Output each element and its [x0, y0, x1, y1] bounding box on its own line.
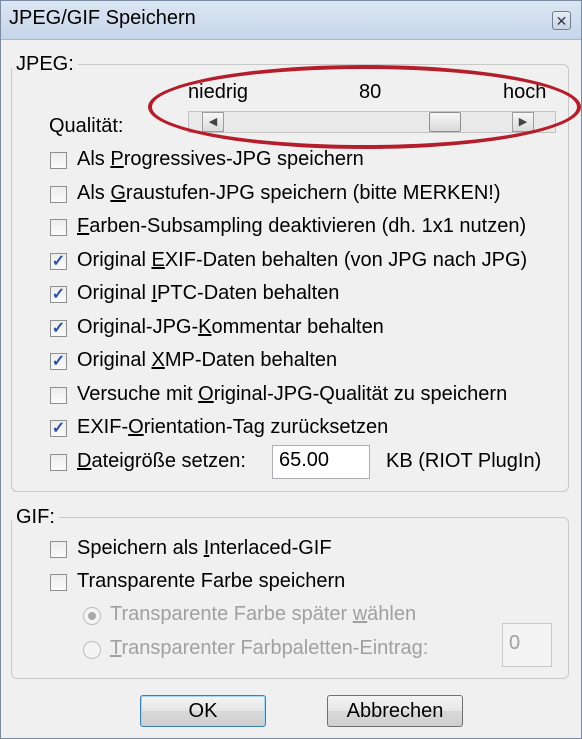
jpeg-option-7-checkbox[interactable] [50, 386, 67, 404]
label-text: Speichern als [77, 537, 204, 559]
jpeg-option-2-checkbox[interactable] [50, 219, 67, 236]
radio-palette-entry[interactable] [83, 641, 101, 659]
label-text: rientation-Tag zurücksetzen [143, 416, 389, 438]
access-key: O [128, 416, 144, 438]
label-text: Transparente Farbe später [110, 603, 353, 625]
jpeg-option-4-label[interactable]: Original IPTC-Daten behalten [77, 282, 339, 305]
checkmark-icon: ✓ [51, 252, 66, 270]
label-text: Original [77, 282, 152, 304]
gif-option-1-checkbox[interactable] [50, 574, 67, 591]
palette-entry-input[interactable]: 0 [502, 623, 552, 667]
label-text: raustufen-JPG speichern (bitte MERKEN!) [125, 181, 501, 204]
label-text: arben-Subsampling deaktivieren (dh. 1x1 … [89, 215, 527, 237]
filesize-checkbox[interactable] [50, 454, 67, 471]
label-text: ommentar behalten [211, 315, 384, 338]
gif-option-1-label[interactable]: Transparente Farbe speichern [77, 570, 345, 593]
label-text: Als [77, 148, 111, 170]
access-key: E [151, 248, 165, 271]
access-key: G [110, 181, 126, 204]
jpeg-option-7-label[interactable]: Versuche mit Original-JPG-Qualität zu sp… [77, 383, 507, 406]
access-key: T [110, 637, 122, 659]
label-text: XIF-Daten behalten (von JPG nach JPG) [164, 248, 528, 271]
access-key: X [151, 349, 165, 371]
palette-entry-value: 0 [509, 632, 521, 654]
label-text: ransparenter Farbpaletten-Eintrag: [121, 637, 429, 659]
jpeg-option-0-label[interactable]: Als Progressives-JPG speichern [77, 148, 364, 171]
radio-choose-later-label[interactable]: Transparente Farbe später wählen [110, 603, 416, 626]
label-text: Original [77, 248, 152, 271]
label-text: Als [77, 181, 111, 204]
checkmark-icon: ✓ [51, 319, 66, 337]
label-text: ählen [367, 603, 417, 625]
checkmark-icon: ✓ [51, 353, 66, 370]
access-key: K [198, 315, 212, 338]
close-button[interactable]: ✕ [552, 11, 571, 30]
jpeg-option-6-checkbox[interactable]: ✓ [50, 353, 67, 370]
filesize-unit: KB (RIOT PlugIn) [386, 450, 542, 472]
jpeg-option-0-checkbox[interactable] [50, 152, 67, 169]
checkmark-icon: ✓ [51, 420, 66, 437]
dialog-window: JPEG/GIF Speichern ✕ JPEG: niedrig 80 ho… [0, 0, 582, 739]
label-text: PTC-Daten behalten [157, 282, 340, 304]
gif-group-legend: GIF: [16, 506, 55, 528]
jpeg-group-legend: JPEG: [16, 53, 74, 75]
filesize-value: 65.00 [279, 449, 330, 471]
title-bar[interactable]: JPEG/GIF Speichern ✕ [1, 1, 581, 40]
access-key: w [352, 603, 368, 625]
cancel-button[interactable]: Abbrechen [327, 695, 463, 727]
label-text: EXIF- [77, 416, 129, 438]
gif-option-0-checkbox[interactable] [50, 541, 67, 558]
checkmark-icon: ✓ [51, 286, 66, 303]
cancel-button-label: Abbrechen [346, 700, 444, 722]
label-text: Original-JPG- [77, 315, 199, 338]
access-key: O [198, 382, 214, 405]
access-key: D [77, 450, 92, 472]
jpeg-option-8-checkbox[interactable]: ✓ [50, 420, 67, 437]
ok-button-label: OK [188, 700, 218, 722]
annotation-oval [148, 65, 581, 149]
label-text: Transparente Farbe speichern [77, 570, 346, 592]
gif-option-0-label[interactable]: Speichern als Interlaced-GIF [77, 537, 332, 560]
jpeg-option-5-label[interactable]: Original-JPG-Kommentar behalten [77, 316, 384, 339]
radio-palette-entry-label[interactable]: Transparenter Farbpaletten-Eintrag: [110, 637, 428, 660]
jpeg-option-3-checkbox[interactable]: ✓ [50, 252, 67, 270]
label-text: Versuche mit [77, 382, 199, 405]
label-text: riginal-JPG-Qualität zu speichern [213, 382, 508, 405]
jpeg-option-1-label[interactable]: Als Graustufen-JPG speichern (bitte MERK… [77, 182, 501, 205]
close-icon: ✕ [555, 13, 568, 29]
quality-label: Qualität: [49, 115, 124, 137]
label-text: Original [77, 349, 152, 371]
jpeg-option-6-label[interactable]: Original XMP-Daten behalten [77, 349, 337, 372]
ok-button[interactable]: OK [140, 695, 266, 727]
label-text: ateigröße setzen: [91, 450, 246, 472]
filesize-input[interactable]: 65.00 [272, 445, 370, 479]
access-key: P [110, 148, 124, 170]
radio-choose-later[interactable] [83, 607, 101, 625]
access-key: F [77, 215, 90, 237]
label-text: rogressives-JPG speichern [123, 148, 364, 170]
label-text: MP-Daten behalten [164, 349, 338, 371]
window-title: JPEG/GIF Speichern [9, 7, 196, 29]
jpeg-option-1-checkbox[interactable] [50, 185, 67, 203]
label-text: nterlaced-GIF [209, 537, 332, 559]
jpeg-option-5-checkbox[interactable]: ✓ [50, 319, 67, 337]
jpeg-option-4-checkbox[interactable]: ✓ [50, 286, 67, 303]
jpeg-option-2-label[interactable]: Farben-Subsampling deaktivieren (dh. 1x1… [77, 215, 526, 238]
jpeg-option-8-label[interactable]: EXIF-Orientation-Tag zurücksetzen [77, 416, 388, 439]
filesize-label[interactable]: Dateigröße setzen: [77, 450, 246, 473]
jpeg-option-3-label[interactable]: Original EXIF-Daten behalten (von JPG na… [77, 249, 527, 272]
